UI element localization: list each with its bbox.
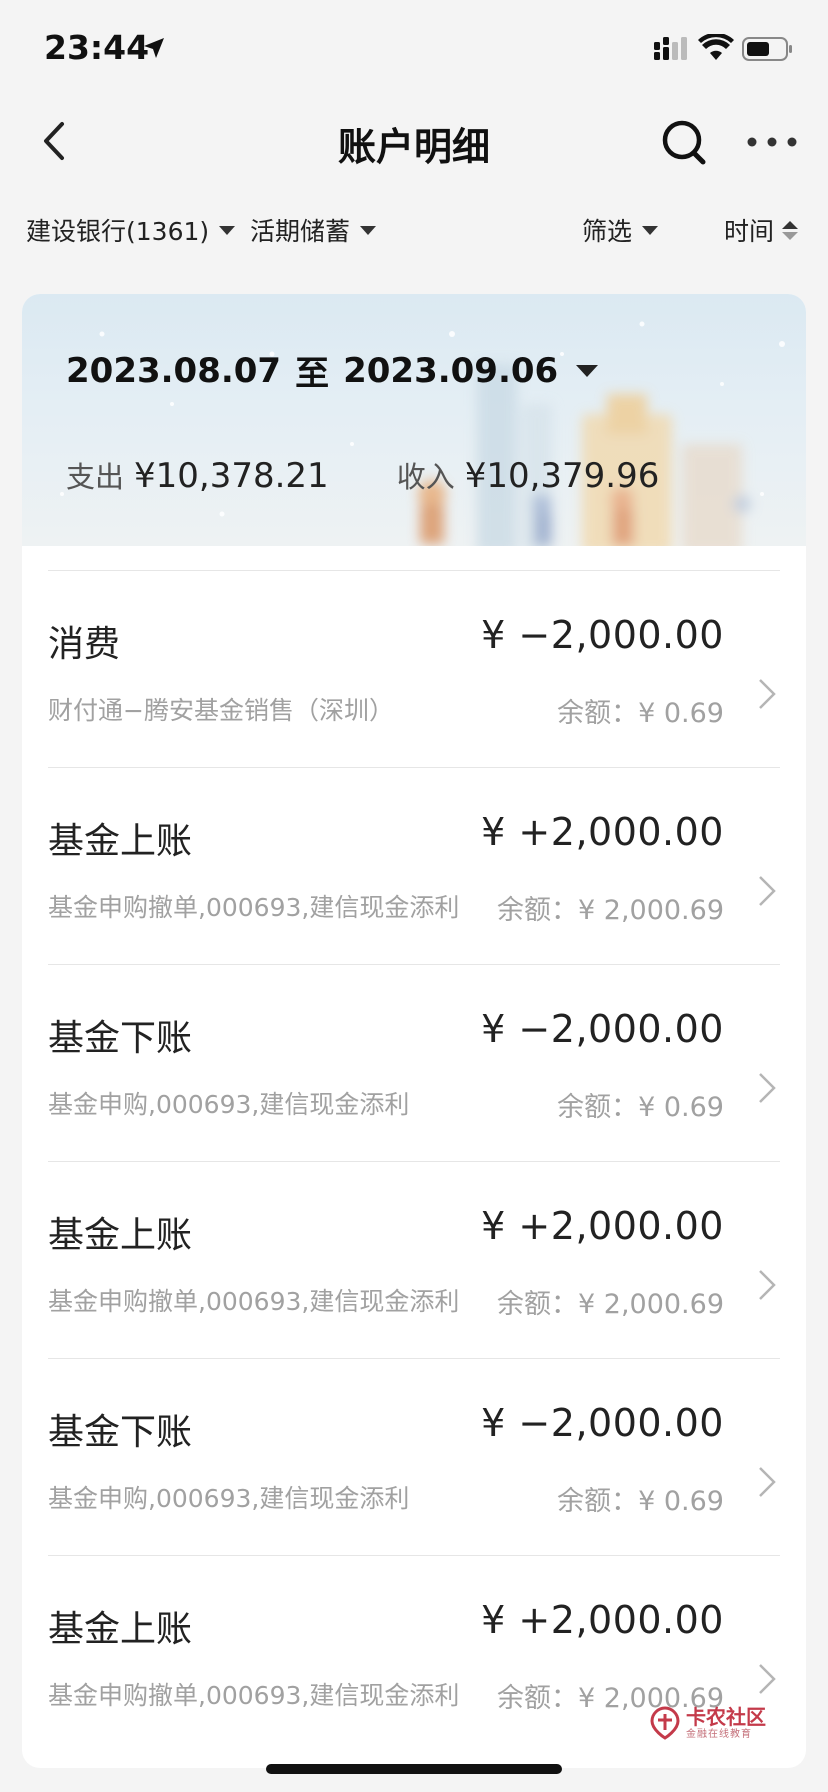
watermark-subtitle: 金融在线教育 <box>686 1728 752 1740</box>
chevron-right-icon <box>759 1270 776 1300</box>
status-bar: 23:44 <box>0 0 828 100</box>
transaction-type: 基金下账 <box>48 1018 193 1059</box>
transaction-description: 基金申购,000693,建信现金添利 <box>48 1090 410 1119</box>
account-type-selector[interactable]: 活期储蓄 <box>250 212 377 248</box>
account-selector-label: 建设银行(1361) <box>26 217 210 246</box>
wifi-icon <box>698 34 734 60</box>
transaction-amount: ¥ −2,000.00 <box>481 1007 724 1051</box>
home-indicator <box>266 1764 562 1774</box>
transaction-row[interactable]: 基金上账 ¥ +2,000.00 基金申购撤单,000693,建信现金添利 余额… <box>48 1161 780 1358</box>
sort-label: 时间 <box>724 217 775 246</box>
more-dots-icon[interactable] <box>744 126 800 158</box>
transaction-balance: 余额：¥ 0.69 <box>557 1092 724 1123</box>
watermark-logo-icon <box>650 1706 680 1740</box>
chevron-right-icon <box>759 1664 776 1694</box>
transaction-balance: 余额：¥ 0.69 <box>557 698 724 729</box>
transaction-row[interactable]: 基金下账 ¥ −2,000.00 基金申购,000693,建信现金添利 余额：¥… <box>48 1358 780 1555</box>
transaction-description: 基金申购撤单,000693,建信现金添利 <box>48 893 460 922</box>
transaction-type: 消费 <box>48 624 121 665</box>
watermark-title: 卡农社区 <box>686 1704 766 1729</box>
search-icon[interactable] <box>658 116 710 168</box>
transaction-amount: ¥ +2,000.00 <box>481 810 724 854</box>
totals-summary: 支出 ¥10,378.21 收入 ¥10,379.96 <box>66 454 659 496</box>
date-separator: 至 <box>295 354 330 394</box>
transaction-type: 基金上账 <box>48 821 193 862</box>
expense-label: 支出 <box>66 460 125 494</box>
filter-label: 筛选 <box>582 217 633 246</box>
transaction-type: 基金上账 <box>48 1215 193 1256</box>
sort-icon <box>782 220 799 240</box>
transaction-balance: 余额：¥ 2,000.69 <box>497 1289 724 1320</box>
transaction-amount: ¥ −2,000.00 <box>481 1401 724 1445</box>
transaction-description: 基金申购撤单,000693,建信现金添利 <box>48 1681 460 1710</box>
filter-button[interactable]: 筛选 <box>582 212 659 248</box>
transaction-description: 财付通−腾安基金销售（深圳） <box>48 696 394 725</box>
income-label: 收入 <box>396 460 455 494</box>
transaction-type: 基金下账 <box>48 1412 193 1453</box>
date-range-selector[interactable]: 2023.08.07 至 2023.09.06 <box>66 346 599 395</box>
transaction-list: 消费 ¥ −2,000.00 财付通−腾安基金销售（深圳） 余额：¥ 0.69 … <box>22 570 806 1752</box>
dropdown-arrow-icon <box>576 364 599 377</box>
chevron-right-icon <box>759 1073 776 1103</box>
transaction-amount: ¥ +2,000.00 <box>481 1598 724 1642</box>
transaction-amount: ¥ +2,000.00 <box>481 1204 724 1248</box>
filter-row: 建设银行(1361) 活期储蓄 筛选 时间 <box>0 200 828 260</box>
chevron-right-icon <box>759 1467 776 1497</box>
chevron-right-icon <box>759 876 776 906</box>
nav-bar: 账户明细 <box>0 100 828 180</box>
dropdown-arrow-icon <box>642 225 659 235</box>
income-value: ¥10,379.96 <box>464 456 660 496</box>
account-details-screen: 23:44 账户明细 建设银行(1361) 活期储蓄 筛选 时间 2023.08… <box>0 0 828 1792</box>
transaction-row[interactable]: 基金上账 ¥ +2,000.00 基金申购撤单,000693,建信现金添利 余额… <box>48 767 780 964</box>
battery-icon <box>742 37 792 61</box>
date-to: 2023.09.06 <box>343 350 559 391</box>
transaction-row[interactable]: 消费 ¥ −2,000.00 财付通−腾安基金销售（深圳） 余额：¥ 0.69 <box>48 570 780 767</box>
cellular-signal-icon <box>654 37 687 60</box>
transaction-amount: ¥ −2,000.00 <box>481 613 724 657</box>
status-time: 23:44 <box>44 28 150 67</box>
transaction-type: 基金上账 <box>48 1609 193 1650</box>
watermark: 卡农社区 金融在线教育 <box>648 1702 768 1744</box>
winter-illustration <box>60 321 785 546</box>
transaction-row[interactable]: 基金下账 ¥ −2,000.00 基金申购,000693,建信现金添利 余额：¥… <box>48 964 780 1161</box>
account-type-label: 活期储蓄 <box>250 217 351 246</box>
dropdown-arrow-icon <box>219 225 236 235</box>
summary-banner: 2023.08.07 至 2023.09.06 支出 ¥10,378.21 收入… <box>22 294 806 546</box>
location-arrow-icon <box>144 38 164 58</box>
chevron-right-icon <box>759 679 776 709</box>
dropdown-arrow-icon <box>360 225 377 235</box>
transaction-balance: 余额：¥ 0.69 <box>557 1486 724 1517</box>
date-from: 2023.08.07 <box>66 350 282 391</box>
sort-by-time-button[interactable]: 时间 <box>724 212 799 248</box>
expense-value: ¥10,378.21 <box>134 456 329 496</box>
transaction-description: 基金申购,000693,建信现金添利 <box>48 1484 410 1513</box>
transactions-card: 2023.08.07 至 2023.09.06 支出 ¥10,378.21 收入… <box>22 294 806 1768</box>
transaction-description: 基金申购撤单,000693,建信现金添利 <box>48 1287 460 1316</box>
transaction-balance: 余额：¥ 2,000.69 <box>497 895 724 926</box>
account-selector[interactable]: 建设银行(1361) <box>26 212 236 248</box>
